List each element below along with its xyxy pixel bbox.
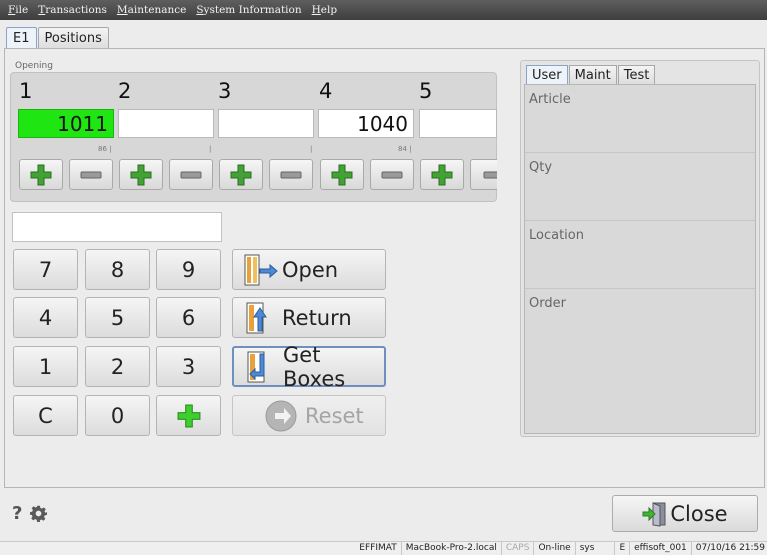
open-shelf-icon: [244, 254, 278, 285]
minus-icon: [180, 171, 202, 178]
column-number-3: 3: [218, 79, 232, 103]
tick-1: 86 |: [98, 145, 112, 153]
minus-icon: [280, 171, 302, 178]
close-button-label: Close: [670, 501, 728, 526]
opening-cell-4[interactable]: 1040: [318, 109, 414, 138]
status-online: On-line: [533, 542, 574, 555]
tab-positions[interactable]: Positions: [37, 27, 109, 49]
main-tabs: E1 Positions: [6, 27, 110, 49]
minus-button-3[interactable]: [269, 159, 313, 190]
plus-button-4[interactable]: [320, 159, 364, 190]
status-host: MacBook-Pro-2.local: [400, 542, 501, 555]
key-2[interactable]: 2: [85, 346, 150, 387]
get-boxes-button[interactable]: Get Boxes: [232, 343, 386, 391]
help-icon[interactable]: ?: [12, 503, 22, 524]
plus-icon: [177, 404, 200, 427]
field-location: Location: [525, 221, 755, 289]
key-0[interactable]: 0: [85, 395, 150, 436]
minus-icon: [483, 171, 497, 178]
menu-transactions[interactable]: Transactions: [30, 4, 107, 16]
opening-cell-2[interactable]: [118, 109, 214, 138]
plus-button-1[interactable]: [19, 159, 63, 190]
key-clear[interactable]: C: [13, 395, 78, 436]
opening-cell-5[interactable]: [419, 109, 497, 138]
field-article: Article: [525, 85, 755, 153]
minus-icon: [381, 171, 403, 178]
reset-button[interactable]: Reset: [232, 395, 386, 436]
column-number-1: 1: [19, 79, 33, 103]
tick-3: |: [310, 145, 313, 153]
key-3[interactable]: 3: [156, 346, 221, 387]
minus-button-2[interactable]: [169, 159, 213, 190]
numeric-entry-field[interactable]: [12, 212, 222, 242]
tab-test[interactable]: Test: [617, 65, 656, 85]
opening-label: Opening: [15, 61, 53, 71]
return-shelf-icon: [246, 302, 267, 333]
plus-icon: [331, 164, 353, 185]
status-caps: CAPS: [500, 542, 534, 555]
plus-icon: [431, 164, 453, 185]
opening-cell-3[interactable]: [218, 109, 314, 138]
get-boxes-button-label: Get Boxes: [283, 342, 346, 391]
reset-button-label: Reset: [305, 403, 364, 428]
column-number-5: 5: [419, 79, 433, 103]
minus-button-5[interactable]: [470, 159, 497, 190]
plus-icon: [30, 164, 52, 185]
key-1[interactable]: 1: [13, 346, 78, 387]
key-8[interactable]: 8: [85, 249, 150, 290]
status-lang: E: [614, 542, 629, 555]
tab-user[interactable]: User: [526, 65, 568, 85]
menu-help[interactable]: Help: [304, 4, 337, 16]
menu-system-information[interactable]: System Information: [188, 4, 301, 16]
key-6[interactable]: 6: [156, 297, 221, 338]
key-7[interactable]: 7: [13, 249, 78, 290]
status-user: sys: [574, 542, 615, 555]
status-bar: EFFIMAT MacBook-Pro-2.local CAPS On-line…: [0, 541, 767, 555]
key-plus[interactable]: [156, 395, 221, 436]
menu-file[interactable]: File: [0, 4, 28, 16]
tab-e1[interactable]: E1: [6, 27, 37, 49]
key-9[interactable]: 9: [156, 249, 221, 290]
return-button[interactable]: Return: [232, 297, 386, 338]
tick-2: |: [209, 145, 212, 153]
plus-icon: [230, 164, 252, 185]
plus-button-2[interactable]: [119, 159, 163, 190]
return-button-label: Return: [282, 305, 352, 330]
column-number-2: 2: [118, 79, 132, 103]
key-5[interactable]: 5: [85, 297, 150, 338]
tick-4: 84 |: [398, 145, 412, 153]
key-4[interactable]: 4: [13, 297, 78, 338]
info-tabs: User Maint Test: [526, 65, 656, 85]
field-order: Order: [529, 296, 566, 311]
menu-bar: File Transactions Maintenance System Inf…: [0, 0, 767, 20]
gear-icon[interactable]: [30, 505, 47, 522]
plus-icon: [130, 164, 152, 185]
open-button[interactable]: Open: [232, 249, 386, 290]
door-exit-icon: [642, 501, 666, 527]
get-boxes-icon: [247, 351, 265, 382]
close-button[interactable]: Close: [612, 495, 758, 532]
plus-button-5[interactable]: [420, 159, 464, 190]
minus-button-1[interactable]: [69, 159, 113, 190]
opening-cell-1[interactable]: 1011: [18, 109, 114, 138]
open-button-label: Open: [282, 257, 339, 282]
reset-arrow-icon: [265, 400, 297, 431]
status-app: EFFIMAT: [359, 543, 397, 553]
plus-button-3[interactable]: [219, 159, 263, 190]
tab-maint[interactable]: Maint: [568, 65, 617, 85]
status-datetime: 07/10/16 21:59: [690, 542, 767, 555]
user-info-fields: Article Qty Location Order: [524, 84, 756, 434]
status-instance: effisoft_001: [629, 542, 691, 555]
minus-button-4[interactable]: [370, 159, 414, 190]
field-qty: Qty: [525, 153, 755, 221]
menu-maintenance[interactable]: Maintenance: [109, 4, 186, 16]
minus-icon: [80, 171, 102, 178]
column-number-4: 4: [319, 79, 333, 103]
